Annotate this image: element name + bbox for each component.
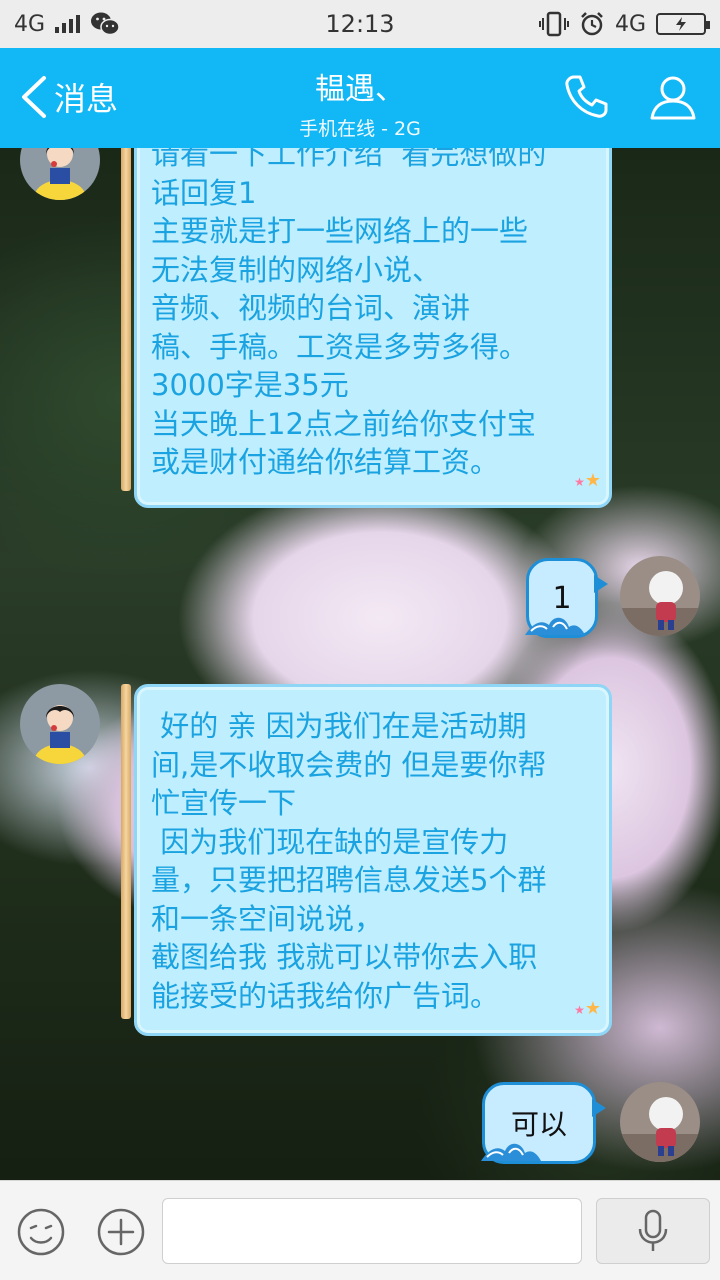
online-status: 手机在线 - 2G [299, 118, 421, 140]
contact-avatar[interactable] [20, 148, 100, 200]
status-bar: 4G 12:13 4G [0, 0, 720, 48]
title-block: 韫遇、 手机在线 - 2G [0, 64, 720, 141]
contact-name: 韫遇、 [315, 72, 405, 107]
chat-header: 消息 韫遇、 手机在线 - 2G [0, 48, 720, 148]
message-line: 忙宣传一下 [151, 786, 297, 820]
input-bar [0, 1180, 720, 1280]
status-left: 4G [14, 11, 120, 37]
wave-decoration-icon [481, 1143, 541, 1161]
contact-avatar[interactable] [20, 684, 100, 764]
chat-message-list[interactable]: 请看一下工作介绍 看完想做的 话回复1 主要就是打一些网络上的一些 无法复制的网… [0, 148, 720, 1180]
message-line: 好的 亲 因为我们在是活动期 [151, 709, 527, 743]
message-line: 或是财付通给你结算工资。 [151, 445, 500, 479]
snow-white-avatar-icon [20, 148, 100, 200]
incoming-message-bubble[interactable]: 好的 亲 因为我们在是活动期 间,是不收取会费的 但是要你帮 忙宣传一下 因为我… [121, 684, 612, 1036]
outgoing-message-bubble[interactable]: 可以 [481, 1082, 606, 1164]
message-line: 话回复1 [151, 175, 257, 210]
message-line: 稿、手稿。工资是多劳多得。 [151, 329, 529, 364]
phone-icon[interactable] [562, 72, 612, 122]
message-line: 截图给我 我就可以带你去入职 [151, 940, 538, 974]
microphone-icon [638, 1209, 668, 1251]
cartoon-character-avatar-icon [620, 556, 700, 636]
message-input[interactable] [162, 1198, 582, 1264]
add-icon[interactable] [96, 1207, 146, 1257]
alarm-icon [581, 12, 603, 36]
network-type-right: 4G [614, 11, 646, 37]
message-line: 和一条空间说说， [151, 901, 384, 936]
voice-button[interactable] [596, 1198, 710, 1264]
message-line: 请看一下工作介绍 看完想做的 [151, 148, 547, 171]
wave-decoration-icon [525, 617, 585, 635]
snow-white-avatar-icon [20, 684, 100, 764]
message-line: 能接受的话我给你广告词。 [151, 978, 500, 1013]
message-line: 当天晚上12点之前给你支付宝 [151, 406, 536, 441]
message-line: 量，只要把招聘信息发送5个群 [151, 863, 547, 897]
star-decoration-icon: ★★ [574, 997, 601, 1019]
emoji-icon[interactable] [16, 1207, 66, 1257]
message-line: 3000字是35元 [151, 368, 349, 402]
message-line: 因为我们现在缺的是宣传力 [151, 824, 509, 859]
network-type-left: 4G [14, 11, 46, 37]
cartoon-character-avatar-icon [620, 1082, 700, 1162]
message-line: 音频、视频的台词、演讲 [151, 291, 471, 325]
outgoing-message-bubble[interactable]: 1 [525, 558, 608, 638]
profile-icon[interactable] [648, 72, 698, 122]
signal-icon [55, 15, 81, 33]
my-avatar[interactable] [620, 1082, 700, 1162]
star-decoration-icon: ★★ [574, 469, 601, 491]
status-right: 4G [538, 11, 710, 37]
incoming-message-bubble[interactable]: 请看一下工作介绍 看完想做的 话回复1 主要就是打一些网络上的一些 无法复制的网… [121, 148, 612, 508]
battery-icon [656, 13, 710, 35]
vibrate-icon [538, 11, 569, 37]
message-line: 无法复制的网络小说、 [151, 252, 442, 287]
my-avatar[interactable] [620, 556, 700, 636]
wechat-icon [91, 12, 120, 36]
message-line: 主要就是打一些网络上的一些 [151, 214, 529, 248]
message-line: 间,是不收取会费的 但是要你帮 [151, 747, 547, 782]
